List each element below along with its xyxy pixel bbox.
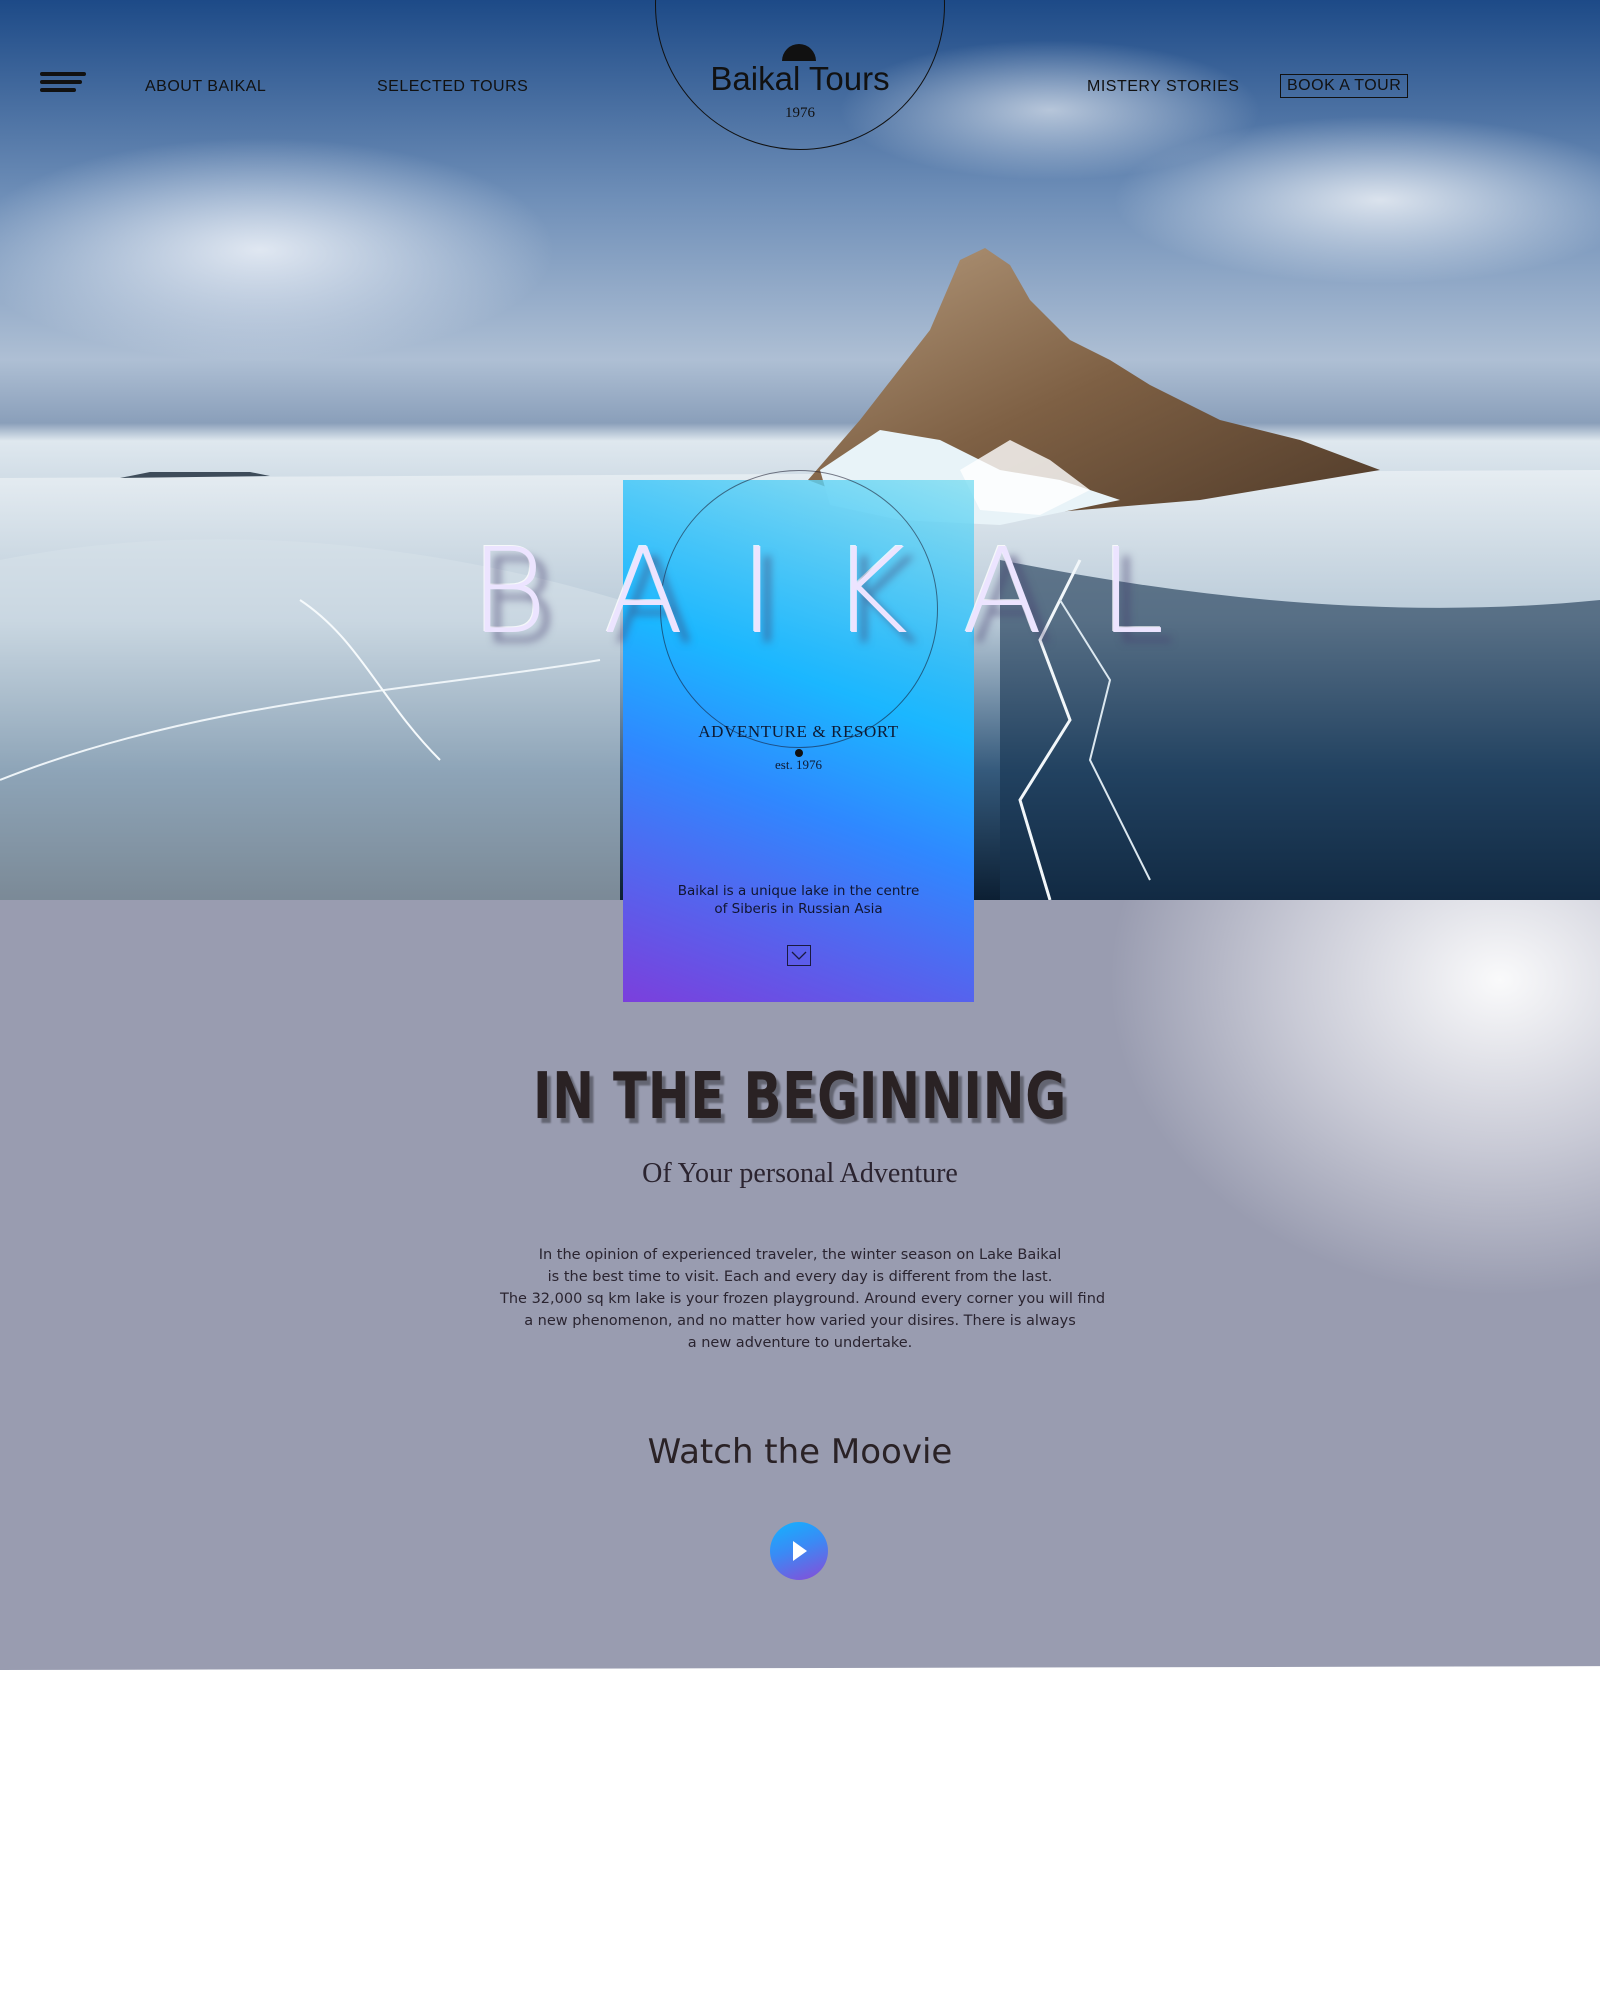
intro-body-line: In the opinion of experienced traveler, …: [538, 1247, 1062, 1263]
hero-description: Baikal is a unique lake in the centre of…: [623, 882, 974, 918]
hero-subtitle: ADVENTURE & RESORT: [698, 722, 899, 741]
intro-body-line: is the best time to visit. Each and ever…: [547, 1269, 1053, 1285]
hero-est: est. 1976: [775, 757, 822, 772]
book-a-tour-button[interactable]: BOOK A TOUR: [1280, 74, 1409, 98]
chevron-down-icon[interactable]: [787, 945, 811, 966]
hamburger-menu-icon[interactable]: [40, 72, 88, 98]
nav-mistery-stories[interactable]: MISTERY STORIES: [1087, 78, 1239, 96]
watch-movie-title: Watch the Moovie: [647, 1432, 953, 1472]
hero-description-line: Baikal is a unique lake in the centre: [677, 883, 920, 899]
intro-subtitle: Of Your personal Adventure: [642, 1158, 958, 1189]
hero-big-title: BAIKAL: [470, 522, 1221, 660]
logo-year: 1976: [785, 105, 815, 121]
chevron-down-glyph: [791, 951, 807, 960]
intro-body-line: a new phenomenon, and no matter how vari…: [524, 1313, 1076, 1329]
play-button[interactable]: [770, 1522, 828, 1580]
intro-body: In the opinion of experienced traveler, …: [500, 1244, 1106, 1354]
intro-body-line: a new adventure to undertake.: [687, 1335, 913, 1351]
dot-icon: [795, 749, 803, 757]
nav-selected-tours[interactable]: SELECTED TOURS: [377, 78, 528, 96]
play-icon: [793, 1541, 807, 1561]
logo-title[interactable]: Baikal Tours: [620, 60, 980, 98]
intro-title: IN THE BEGINNING: [532, 1060, 1068, 1134]
hero-description-line: of Siberis in Russian Asia: [714, 901, 883, 917]
intro-body-line: The 32,000 sq km lake is your frozen pla…: [500, 1291, 1106, 1307]
nav-about-baikal[interactable]: ABOUT BAIKAL: [145, 78, 266, 96]
